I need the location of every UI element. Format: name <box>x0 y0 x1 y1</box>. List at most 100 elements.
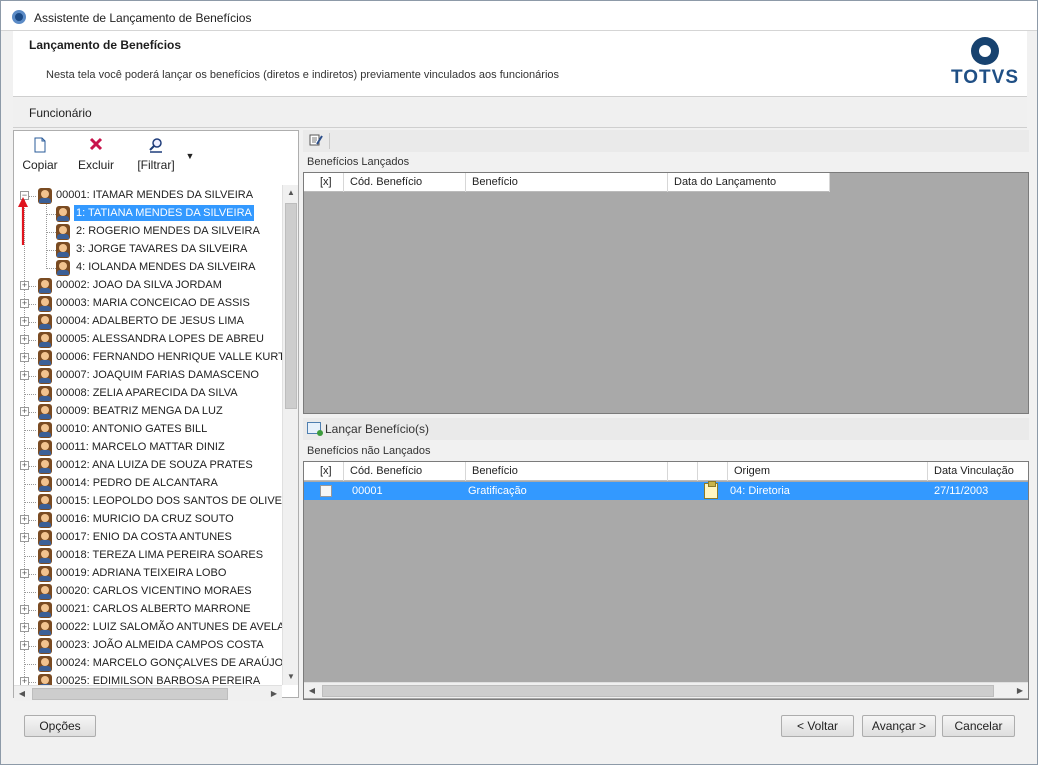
column-header[interactable] <box>668 462 698 481</box>
expand-icon[interactable]: + <box>20 407 29 416</box>
column-header[interactable]: Origem <box>728 462 928 481</box>
edit-icon[interactable] <box>309 133 323 147</box>
expand-icon[interactable]: + <box>20 569 29 578</box>
next-button[interactable]: Avançar > <box>862 715 936 737</box>
expand-icon[interactable]: + <box>20 623 29 632</box>
expand-icon[interactable]: + <box>20 281 29 290</box>
tree-node-employee[interactable]: 00014: PEDRO DE ALCANTARA <box>14 475 282 493</box>
scroll-left-icon[interactable]: ◀ <box>304 683 320 699</box>
tree-node-employee[interactable]: +00006: FERNANDO HENRIQUE VALLE KURTEN <box>14 349 282 367</box>
employee-avatar-icon <box>56 242 70 258</box>
tree-node-label: 00012: ANA LUIZA DE SOUZA PRATES <box>56 459 253 471</box>
launch-benefits-label: Lançar Benefício(s) <box>325 422 430 436</box>
launched-grid[interactable]: [x] Cód. Benefício Benefício Data do Lan… <box>303 172 1029 414</box>
tree-node-employee[interactable]: 00024: MARCELO GONÇALVES DE ARAÚJO <box>14 655 282 673</box>
delete-button[interactable]: Excluir <box>74 137 118 172</box>
scroll-thumb[interactable] <box>32 688 228 700</box>
expand-icon[interactable]: + <box>20 353 29 362</box>
filter-icon <box>130 137 182 155</box>
copy-button[interactable]: Copiar <box>20 137 60 172</box>
column-header[interactable] <box>698 462 728 481</box>
wizard-header: Lançamento de Benefícios Nesta tela você… <box>13 31 1027 97</box>
tree-node-label: 00005: ALESSANDRA LOPES DE ABREU <box>56 333 264 345</box>
cancel-button[interactable]: Cancelar <box>942 715 1015 737</box>
tree-node-label: 00006: FERNANDO HENRIQUE VALLE KURTEN <box>56 351 282 363</box>
column-header[interactable]: Benefício <box>466 173 668 192</box>
tree-node-employee[interactable]: 00010: ANTONIO GATES BILL <box>14 421 282 439</box>
column-header[interactable]: Cód. Benefício <box>344 462 466 481</box>
employee-avatar-icon <box>38 422 52 438</box>
employee-avatar-icon <box>38 314 52 330</box>
tree-node-employee[interactable]: 00015: LEOPOLDO DOS SANTOS DE OLIVEIRA <box>14 493 282 511</box>
table-row[interactable]: 00001 Gratificação 04: Diretoria 27/11/2… <box>304 481 1028 500</box>
scroll-up-icon[interactable]: ▲ <box>283 185 299 201</box>
tree-node-employee[interactable]: +00002: JOAO DA SILVA JORDAM <box>14 277 282 295</box>
tree-node-dependent[interactable]: 3: JORGE TAVARES DA SILVEIRA <box>14 241 282 259</box>
tree-node-employee[interactable]: +00009: BEATRIZ MENGA DA LUZ <box>14 403 282 421</box>
employee-toolbar: Copiar Excluir [Filtrar] ▼ <box>14 131 298 183</box>
expand-icon[interactable]: + <box>20 677 29 685</box>
employee-avatar-icon <box>38 566 52 582</box>
filter-button[interactable]: [Filtrar] <box>130 137 182 172</box>
back-button[interactable]: < Voltar <box>781 715 854 737</box>
tree-node-employee[interactable]: +00025: EDIMILSON BARBOSA PEREIRA <box>14 673 282 685</box>
expand-icon[interactable]: + <box>20 371 29 380</box>
tree-node-dependent[interactable]: 2: ROGERIO MENDES DA SILVEIRA <box>14 223 282 241</box>
tree-node-employee[interactable]: +00017: ENIO DA COSTA ANTUNES <box>14 529 282 547</box>
expand-icon[interactable]: + <box>20 533 29 542</box>
expand-icon[interactable]: + <box>20 641 29 650</box>
not-launched-grid[interactable]: [x] Cód. Benefício Benefício Origem Data… <box>303 461 1029 700</box>
scroll-thumb[interactable] <box>285 203 297 409</box>
tree-node-employee[interactable]: +00021: CARLOS ALBERTO MARRONE <box>14 601 282 619</box>
tab-funcionario[interactable]: Funcionário <box>29 106 92 120</box>
launch-benefits-button[interactable]: Lançar Benefício(s) <box>303 418 1029 440</box>
expand-icon[interactable]: + <box>20 605 29 614</box>
clipboard-icon[interactable] <box>704 481 718 499</box>
filter-dropdown-button[interactable]: ▼ <box>184 151 196 161</box>
column-header[interactable]: [x] <box>304 173 344 192</box>
window-title: Assistente de Lançamento de Benefícios <box>34 11 252 25</box>
tree-node-employee[interactable]: +00004: ADALBERTO DE JESUS LIMA <box>14 313 282 331</box>
tree-node-dependent[interactable]: 4: IOLANDA MENDES DA SILVEIRA <box>14 259 282 277</box>
row-checkbox[interactable] <box>320 485 332 497</box>
tree-node-employee[interactable]: −00001: ITAMAR MENDES DA SILVEIRA <box>14 187 282 205</box>
tree-node-label: 2: ROGERIO MENDES DA SILVEIRA <box>76 225 260 237</box>
tree-node-employee[interactable]: +00012: ANA LUIZA DE SOUZA PRATES <box>14 457 282 475</box>
expand-icon[interactable]: + <box>20 299 29 308</box>
tree-node-employee[interactable]: +00005: ALESSANDRA LOPES DE ABREU <box>14 331 282 349</box>
tree-node-employee[interactable]: +00003: MARIA CONCEICAO DE ASSIS <box>14 295 282 313</box>
launched-section-label: Benefícios Lançados <box>307 156 410 168</box>
app-icon <box>12 10 26 24</box>
tree-node-employee[interactable]: 00018: TEREZA LIMA PEREIRA SOARES <box>14 547 282 565</box>
employee-avatar-icon <box>38 674 52 685</box>
options-button[interactable]: Opções <box>24 715 96 737</box>
scroll-thumb[interactable] <box>322 685 994 697</box>
expand-icon[interactable]: + <box>20 461 29 470</box>
tree-vertical-scrollbar[interactable]: ▲ ▼ <box>282 185 298 685</box>
expand-icon[interactable]: + <box>20 515 29 524</box>
launched-grid-header: [x] Cód. Benefício Benefício Data do Lan… <box>304 173 830 192</box>
tree-node-employee[interactable]: 00011: MARCELO MATTAR DINIZ <box>14 439 282 457</box>
tree-node-employee[interactable]: +00019: ADRIANA TEIXEIRA LOBO <box>14 565 282 583</box>
tree-node-employee[interactable]: +00007: JOAQUIM FARIAS DAMASCENO <box>14 367 282 385</box>
tree-node-employee[interactable]: 00020: CARLOS VICENTINO MORAES <box>14 583 282 601</box>
scroll-right-icon[interactable]: ▶ <box>1012 683 1028 699</box>
tree-node-employee[interactable]: 00008: ZELIA APARECIDA DA SILVA <box>14 385 282 403</box>
scroll-down-icon[interactable]: ▼ <box>283 669 299 685</box>
column-header[interactable]: Data do Lançamento <box>668 173 830 192</box>
grid-horizontal-scrollbar[interactable]: ◀ ▶ <box>304 682 1028 698</box>
tree-node-employee[interactable]: +00016: MURICIO DA CRUZ SOUTO <box>14 511 282 529</box>
tree-node-employee[interactable]: +00023: JOÃO ALMEIDA CAMPOS COSTA <box>14 637 282 655</box>
tree-node-dependent[interactable]: 1: TATIANA MENDES DA SILVEIRA <box>14 205 282 223</box>
column-header[interactable]: Data Vinculação <box>928 462 1028 481</box>
expand-icon[interactable]: + <box>20 317 29 326</box>
column-header[interactable]: [x] <box>304 462 344 481</box>
tree-node-employee[interactable]: +00022: LUIZ SALOMÃO ANTUNES DE AVELAR <box>14 619 282 637</box>
expand-icon[interactable]: + <box>20 335 29 344</box>
column-header[interactable]: Benefício <box>466 462 668 481</box>
scroll-left-icon[interactable]: ◀ <box>14 686 30 702</box>
column-header[interactable]: Cód. Benefício <box>344 173 466 192</box>
scroll-right-icon[interactable]: ▶ <box>266 686 282 702</box>
tree-horizontal-scrollbar[interactable]: ◀ ▶ <box>14 685 282 701</box>
tree-guide-line <box>24 592 36 593</box>
